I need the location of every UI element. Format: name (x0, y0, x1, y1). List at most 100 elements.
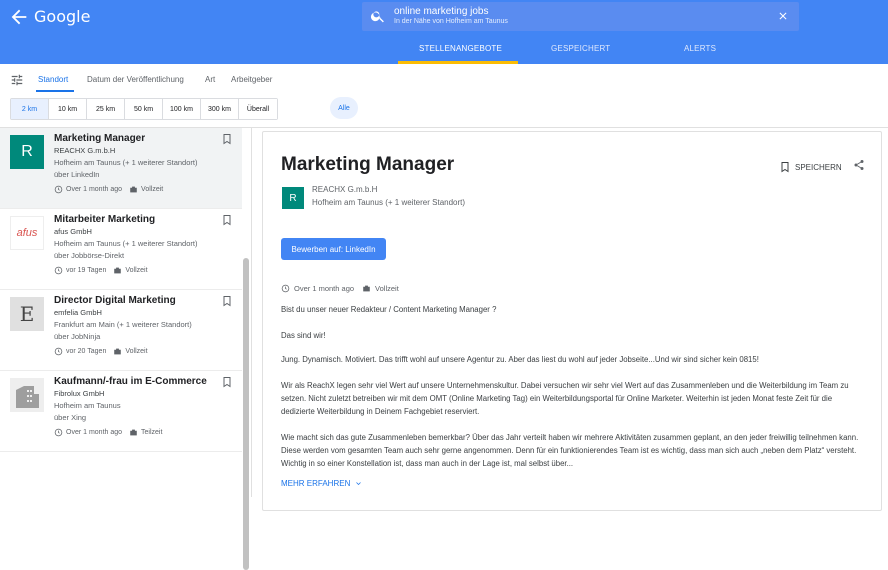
alle-chip[interactable]: Alle (330, 97, 358, 119)
detail-title: Marketing Manager (281, 154, 455, 175)
description-paragraph: Das sind wir! (281, 331, 326, 340)
apply-button[interactable]: Bewerben auf: LinkedIn (281, 238, 386, 260)
job-age: Over 1 month ago (66, 429, 123, 436)
description-paragraph: Wir als ReachX legen sehr viel Wert auf … (281, 381, 849, 416)
list-scrollbar[interactable] (243, 258, 249, 570)
job-card[interactable]: afus Mitarbeiter Marketing afus GmbH Hof… (0, 209, 242, 290)
app-header: Google online marketing jobs In der Nähe… (0, 0, 888, 64)
distance-chip[interactable]: 100 km (163, 99, 201, 119)
distance-chip[interactable]: 50 km (125, 99, 163, 119)
job-title: Mitarbeiter Marketing (54, 214, 156, 225)
distance-chip[interactable]: 300 km (201, 99, 239, 119)
clock-icon (54, 185, 63, 194)
back-arrow-icon[interactable] (8, 6, 30, 28)
detail-meta: Over 1 month ago Vollzeit (281, 284, 399, 293)
job-type: Vollzeit (125, 267, 148, 274)
company-logo: R (10, 135, 44, 169)
job-location: Hofheim am Taunus (54, 401, 121, 410)
briefcase-icon (114, 267, 122, 274)
job-type: Vollzeit (141, 186, 164, 193)
google-logo[interactable]: Google (34, 7, 90, 26)
clock-icon (281, 284, 290, 293)
distance-chip[interactable]: 2 km (11, 99, 49, 119)
job-card[interactable]: Kaufmann/-frau im E-Commerce Fibrolux Gm… (0, 371, 242, 452)
job-meta: Over 1 month ago Teilzeit (54, 428, 162, 437)
job-age: vor 19 Tagen (66, 267, 107, 274)
search-location: In der Nähe von Hofheim am Taunus (394, 18, 508, 25)
job-title: Marketing Manager (54, 133, 146, 144)
more-info-link[interactable]: MEHR ERFAHREN (281, 479, 363, 488)
job-title: Kaufmann/-frau im E-Commerce (54, 376, 207, 387)
description-paragraph: Bist du unser neuer Redakteur / Content … (281, 305, 497, 314)
filter-bar: Standort Datum der Veröffentlichung Art … (0, 64, 888, 128)
bookmark-icon[interactable] (221, 132, 233, 146)
clock-icon (54, 266, 63, 275)
job-source: über LinkedIn (54, 170, 100, 179)
job-age: Over 1 month ago (66, 186, 123, 193)
share-icon[interactable] (853, 159, 865, 171)
job-meta: vor 20 Tagen Vollzeit (54, 347, 148, 356)
description-paragraph: Wie macht sich das gute Zusammenleben be… (281, 433, 859, 468)
bookmark-icon[interactable] (221, 375, 233, 389)
job-age: vor 20 Tagen (66, 348, 107, 355)
save-button[interactable]: SPEICHERN (779, 160, 842, 174)
job-detail-panel: Marketing Manager SPEICHERN R REACHX G.m… (262, 131, 882, 511)
filter-tab-datum[interactable]: Datum der Veröffentlichung (87, 75, 184, 84)
filter-tab-art[interactable]: Art (205, 75, 215, 84)
chevron-down-icon (356, 482, 362, 485)
job-location: Frankfurt am Main (+ 1 weiterer Standort… (54, 320, 192, 329)
search-icon (370, 11, 384, 23)
briefcase-icon (114, 348, 122, 355)
job-type: Teilzeit (141, 429, 163, 436)
filter-tab-standort[interactable]: Standort (38, 75, 68, 84)
distance-chips: 2 km 10 km 25 km 50 km 100 km 300 km Übe… (10, 98, 278, 120)
job-source: über JobNinja (54, 332, 101, 341)
job-company: emfelia GmbH (54, 308, 102, 317)
search-box[interactable]: online marketing jobs In der Nähe von Ho… (362, 2, 799, 31)
company-logo: E (10, 297, 44, 331)
save-label: SPEICHERN (795, 162, 842, 172)
briefcase-icon (130, 429, 137, 436)
job-source: über Jobbörse-Direkt (54, 251, 125, 260)
description-paragraph: Jung. Dynamisch. Motiviert. Das trifft w… (281, 355, 759, 364)
filter-tab-arbeitgeber[interactable]: Arbeitgeber (231, 75, 272, 84)
tab-stellenangebote[interactable]: STELLENANGEBOTE (419, 44, 502, 53)
job-card[interactable]: R Marketing Manager REACHX G.m.b.H Hofhe… (0, 128, 242, 209)
tab-alerts[interactable]: ALERTS (684, 44, 716, 53)
bookmark-icon (781, 162, 789, 173)
briefcase-icon (130, 186, 137, 193)
job-company: afus GmbH (54, 227, 92, 236)
briefcase-icon (363, 285, 370, 292)
job-source: über Xing (54, 413, 87, 422)
job-company: Fibrolux GmbH (54, 389, 105, 398)
company-logo: afus (10, 216, 44, 250)
detail-company-logo: R (282, 187, 304, 209)
filter-settings-icon[interactable] (10, 73, 24, 87)
bookmark-icon[interactable] (221, 294, 233, 308)
job-location: Hofheim am Taunus (+ 1 weiterer Standort… (54, 239, 198, 248)
job-location: Hofheim am Taunus (+ 1 weiterer Standort… (54, 158, 198, 167)
detail-company: REACHX G.m.b.H (312, 185, 378, 194)
job-list: R Marketing Manager REACHX G.m.b.H Hofhe… (0, 128, 252, 570)
detail-location: Hofheim am Taunus (+ 1 weiterer Standort… (312, 198, 466, 207)
more-label: MEHR ERFAHREN (281, 479, 351, 488)
detail-age: Over 1 month ago (294, 284, 355, 293)
distance-chip[interactable]: 25 km (87, 99, 125, 119)
detail-type: Vollzeit (375, 284, 399, 293)
job-company: REACHX G.m.b.H (54, 146, 116, 155)
distance-chip[interactable]: Überall (239, 99, 277, 119)
filter-tab-indicator (36, 90, 74, 92)
close-icon[interactable] (777, 10, 789, 22)
distance-chip[interactable]: 10 km (49, 99, 87, 119)
job-meta: vor 19 Tagen Vollzeit (54, 266, 148, 275)
building-icon (10, 378, 44, 412)
job-type: Vollzeit (125, 348, 148, 355)
bookmark-icon[interactable] (221, 213, 233, 227)
clock-icon (54, 347, 63, 356)
job-meta: Over 1 month ago Vollzeit (54, 185, 163, 194)
job-card[interactable]: E Director Digital Marketing emfelia Gmb… (0, 290, 242, 371)
search-query[interactable]: online marketing jobs (394, 6, 489, 17)
clock-icon (54, 428, 63, 437)
job-title: Director Digital Marketing (54, 295, 176, 306)
tab-gespeichert[interactable]: GESPEICHERT (551, 44, 610, 53)
